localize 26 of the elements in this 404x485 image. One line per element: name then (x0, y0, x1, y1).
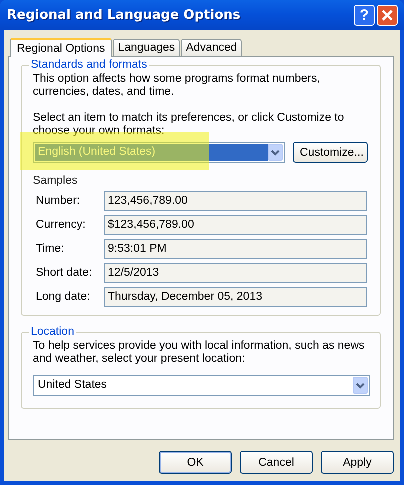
group-title: Standards and formats (30, 59, 148, 71)
dialog-button[interactable]: Cancel (240, 451, 313, 474)
prompt-text: Select an item to match its preferences, or click Customize to choose your own formats: (33, 112, 346, 138)
samples-label: Samples (33, 175, 79, 187)
location-dropdown[interactable]: United States (33, 375, 370, 396)
sample-field: 12/5/2013 (104, 263, 367, 283)
sample-label: Short date: (35, 267, 94, 279)
sample-field: Thursday, December 05, 2013 (104, 287, 367, 307)
customize-button[interactable]: Customize... (293, 142, 368, 163)
sample-label: Long date: (35, 291, 92, 303)
sample-field: $123,456,789.00 (104, 215, 367, 235)
dialog-button[interactable]: Apply (321, 451, 394, 474)
sample-field: 9:53:01 PM (104, 239, 367, 259)
group-title: Location (30, 326, 76, 338)
sample-field: 123,456,789.00 (104, 191, 367, 211)
dialog-button[interactable]: OK (159, 451, 232, 474)
help-button[interactable]: ? (354, 4, 375, 26)
tab[interactable]: Advanced (181, 39, 242, 56)
window-title: Regional and Language Options (7, 8, 242, 22)
description-text: To help services provide you with local information, such as news and weather, select your present location: (33, 340, 366, 366)
tab[interactable]: Regional Options (10, 38, 112, 57)
sample-label: Currency: (35, 219, 87, 231)
sample-label: Number: (35, 195, 82, 207)
description-text: This option affects how some programs format numbers, currencies, dates, and time. (33, 73, 322, 99)
sample-label: Time: (35, 243, 66, 255)
tab[interactable]: Languages (113, 39, 180, 56)
